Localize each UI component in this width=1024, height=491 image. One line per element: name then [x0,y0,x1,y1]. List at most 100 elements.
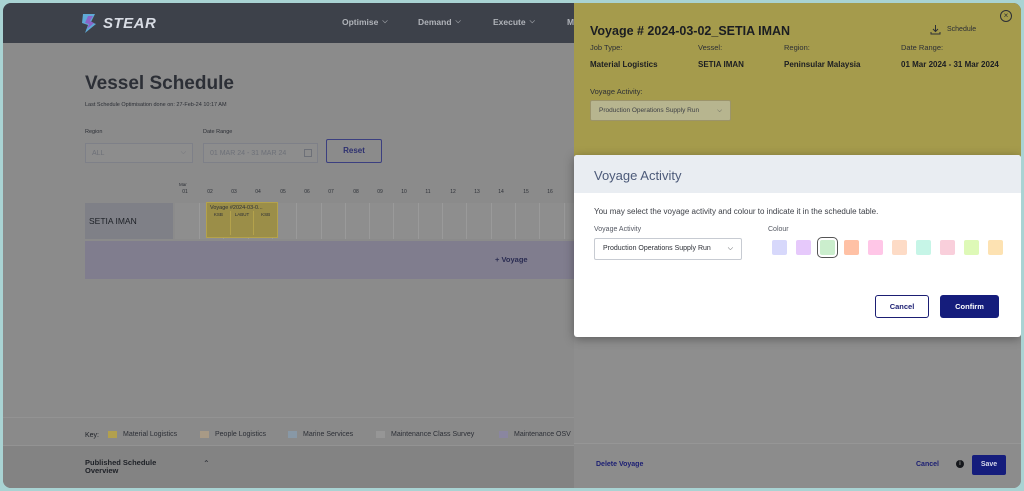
cancel-button[interactable]: Cancel [916,461,939,468]
modal-header: Voyage Activity [574,155,1021,193]
day-header: 11 [425,189,431,195]
grid-line [296,203,297,239]
vessel-value: SETIA IMAN [698,60,744,69]
published-schedule-title: Published Schedule Overview [85,458,157,475]
voyage-cell: KSB [207,211,231,235]
save-button[interactable]: Save [972,455,1006,475]
region-select[interactable]: ALL ⌵ [85,143,193,163]
grid-line [321,203,322,239]
chevron-up-icon[interactable]: ⌃ [203,459,210,468]
voyage-cell: KSB [261,212,271,217]
colour-swatch[interactable] [916,240,931,255]
chevron-down-icon: ⌵ [180,149,186,156]
region-value: ALL [92,150,105,157]
modal-description: You may select the voyage activity and c… [594,207,879,216]
key-item-material-logistics: Material Logistics [108,431,177,438]
swatch-icon [499,431,508,438]
app-logo[interactable]: STEAR [79,12,156,34]
key-item-maintenance-class-survey: Maintenance Class Survey [376,431,474,438]
nav-optimise[interactable]: Optimise ⌵ [342,17,388,27]
modal-activity-select[interactable]: Production Operations Supply Run ⌵ [594,238,742,260]
vessel-label: Vessel: [698,43,723,52]
colour-swatch[interactable] [772,240,787,255]
colour-swatch[interactable] [868,240,883,255]
colour-swatch[interactable] [817,237,838,258]
colour-swatches [772,237,1003,258]
grid-line [393,203,394,239]
date-range-label: Date Range [203,129,233,135]
grid-line [515,203,516,239]
close-icon[interactable]: × [1000,10,1012,22]
job-type-value: Material Logistics [590,60,658,69]
voyage-cell: LABUT [231,211,255,235]
nav-demand[interactable]: Demand ⌵ [418,17,461,27]
swatch-icon [108,431,117,438]
app-frame: STEAR Optimise ⌵ Demand ⌵ Execute ⌵ M Ve… [3,3,1021,488]
delete-voyage-button[interactable]: Delete Voyage [596,461,643,468]
add-voyage-button[interactable]: + Voyage [495,255,528,264]
colour-swatch[interactable] [892,240,907,255]
colour-swatch[interactable] [964,240,979,255]
day-header: 07 [328,189,334,195]
logo-text: STEAR [103,14,157,32]
voyage-activity-modal: Voyage Activity You may select the voyag… [574,155,1021,337]
voyage-block[interactable]: Voyage #2024-03-0... KSB LABUT KSB [206,202,278,238]
add-voyage-row[interactable]: + Voyage [85,241,577,279]
grid-line [491,203,492,239]
day-header: 15 [523,189,529,195]
day-header: 04 [255,189,261,195]
colour-swatch[interactable] [844,240,859,255]
colour-swatch[interactable] [796,240,811,255]
voyage-block-label: Voyage #2024-03-0... [210,205,263,211]
modal-activity-value: Production Operations Supply Run [603,245,711,252]
day-header: 01 [182,189,188,195]
nav-optimise-label: Optimise [342,17,379,27]
grid-line [539,203,540,239]
grid-line [345,203,346,239]
modal-confirm-button[interactable]: Confirm [940,295,999,318]
grid-line [442,203,443,239]
grid-line [466,203,467,239]
voyage-activity-select[interactable]: Production Operations Supply Run ⌵ [590,100,731,121]
colour-swatch[interactable] [940,240,955,255]
vessel-name-cell: SETIA IMAN [85,203,173,239]
modal-activity-label: Voyage Activity [594,226,642,233]
day-header: 14 [498,189,504,195]
date-range-input[interactable]: 01 MAR 24 - 31 MAR 24 [203,143,318,163]
day-header: 09 [377,189,383,195]
nav-demand-label: Demand [418,17,452,27]
swatch-icon [288,431,297,438]
voyage-activity-value: Production Operations Supply Run [599,107,700,114]
region-label: Region [85,129,103,135]
modal-cancel-button[interactable]: Cancel [875,295,929,318]
chevron-down-icon: ⌵ [727,245,733,252]
key-item-label: Maintenance OSV [514,431,571,438]
key-item-label: Marine Services [303,431,354,438]
page-title: Vessel Schedule [85,73,234,94]
day-header: 10 [401,189,407,195]
day-header: 16 [547,189,553,195]
key-item-label: People Logistics [215,431,266,438]
key-item-maintenance-osv: Maintenance OSV [499,431,571,438]
schedule-button[interactable]: Schedule [930,24,976,35]
download-icon [930,25,941,35]
nav-execute[interactable]: Execute ⌵ [493,17,535,27]
chevron-down-icon: ⌵ [529,18,535,25]
calendar-icon [304,149,312,157]
day-header: 05 [280,189,286,195]
key-item-marine-services: Marine Services [288,431,353,438]
region-field-label: Region: [784,43,810,52]
day-header: 12 [450,189,456,195]
key-item-label: Maintenance Class Survey [391,431,475,438]
logo-icon [82,14,96,33]
region-field-value: Peninsular Malaysia [784,60,861,69]
colour-swatch[interactable] [988,240,1003,255]
date-range-value: 01 MAR 24 - 31 MAR 24 [210,150,287,157]
day-header: 02 [207,189,213,195]
reset-button[interactable]: Reset [326,139,382,163]
month-label: Mar [179,182,187,187]
key-item-label: Material Logistics [123,431,178,438]
chevron-down-icon: ⌵ [382,18,388,25]
date-range-field-label: Date Range: [901,43,944,52]
info-icon[interactable]: i [956,460,964,468]
